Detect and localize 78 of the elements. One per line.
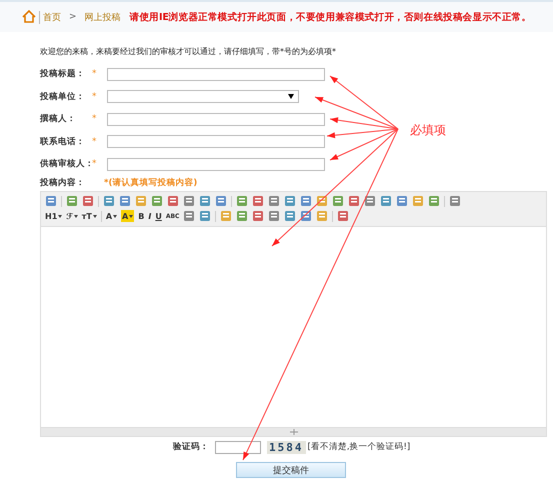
breadcrumb-separator: >: [69, 12, 77, 22]
toolbar-icon[interactable]: [66, 195, 78, 207]
toolbar-icon[interactable]: [337, 210, 350, 222]
format-dropdown[interactable]: ℱ: [66, 210, 78, 222]
toolbar-icon[interactable]: [199, 210, 212, 222]
toolbar-icon[interactable]: [236, 195, 248, 207]
toolbar-icon[interactable]: [364, 195, 376, 207]
toolbar-icon[interactable]: [199, 195, 211, 207]
toolbar-icon[interactable]: [151, 195, 163, 207]
input-field[interactable]: [107, 158, 325, 171]
toolbar-icon[interactable]: [215, 195, 227, 207]
toolbar-icon[interactable]: [236, 210, 248, 222]
toolbar-icon[interactable]: [167, 195, 179, 207]
toolbar-icon[interactable]: [103, 195, 115, 207]
toolbar-icon[interactable]: [348, 195, 360, 207]
required-mark: *: [92, 69, 98, 80]
toolbar-icon[interactable]: [82, 195, 94, 207]
format-dropdown[interactable]: H1: [45, 210, 62, 222]
input-field[interactable]: [107, 112, 325, 126]
field-label: 供稿审核人：: [40, 158, 92, 170]
intro-text: 欢迎您的来稿，来稿要经过我们的审核才可以通过，请仔细填写，带*号的为必填项*: [40, 46, 337, 57]
captcha-field[interactable]: [215, 440, 261, 454]
caret-icon: [92, 214, 97, 218]
captcha-label: 验证码：: [173, 441, 209, 453]
field-label: 投稿内容：: [40, 176, 86, 188]
field-label: 撰稿人：: [40, 113, 77, 126]
caret-icon: [74, 214, 78, 218]
toolbar-icon[interactable]: [449, 195, 461, 207]
toolbar-icon[interactable]: [268, 210, 280, 222]
refresh-captcha-link[interactable]: [看不清楚,换一个验证码!]: [308, 441, 410, 453]
toolbar-icon[interactable]: [220, 210, 232, 222]
field-label: 联系电话：: [40, 136, 86, 148]
toolbar-icon[interactable]: [332, 195, 344, 207]
required-mark: *: [92, 114, 98, 124]
format-button[interactable]: I: [148, 210, 152, 222]
submit-button[interactable]: 提交稿件: [236, 462, 346, 478]
breadcrumb-link[interactable]: 首页: [43, 10, 61, 24]
caret-icon: [58, 214, 62, 218]
toolbar-icon[interactable]: [135, 195, 147, 207]
format-dropdown[interactable]: тT: [82, 210, 97, 222]
format-dropdown[interactable]: A: [106, 210, 118, 222]
unit-dropdown[interactable]: [107, 90, 299, 104]
toolbar-icon[interactable]: [119, 195, 131, 207]
caret-icon: [113, 214, 118, 218]
toolbar-icon[interactable]: [284, 210, 296, 222]
toolbar-icon[interactable]: [252, 195, 264, 207]
toolbar-icon[interactable]: [300, 195, 312, 207]
field-label: 投稿标题：: [40, 68, 86, 80]
required-mark: *: [92, 136, 98, 147]
required-mark: *: [92, 159, 98, 170]
toolbar-icon[interactable]: [428, 195, 440, 207]
field-label: 投稿单位：: [40, 90, 86, 103]
format-button[interactable]: U: [155, 210, 162, 222]
captcha-image[interactable]: 1584: [267, 440, 306, 454]
browser-notice: 请使用IE浏览器正常模式打开此页面，不要使用兼容模式打开，否则在线投稿会显示不正常。: [130, 10, 532, 24]
toolbar-icon[interactable]: [316, 195, 328, 207]
toolbar-icon[interactable]: [183, 195, 195, 207]
format-button[interactable]: B: [138, 210, 144, 222]
toolbar-icon[interactable]: [380, 195, 392, 207]
content-hint: *(请认真填写投稿内容): [104, 176, 198, 188]
toolbar-icon[interactable]: [316, 210, 328, 222]
input-field[interactable]: [107, 68, 325, 81]
toolbar-icon[interactable]: [396, 195, 408, 207]
required-mark: *: [92, 92, 98, 102]
input-field[interactable]: [107, 135, 325, 148]
caret-icon: [129, 214, 134, 218]
toolbar-icon[interactable]: [252, 210, 264, 222]
toolbar-icon[interactable]: [284, 195, 296, 207]
annotation-label: 必填项: [410, 122, 446, 139]
breadcrumb-link[interactable]: 网上投稿: [84, 10, 121, 24]
toolbar-icon[interactable]: [45, 195, 57, 207]
toolbar-icon[interactable]: [412, 195, 424, 207]
toolbar-icon[interactable]: [183, 210, 196, 222]
dropdown-arrow-icon: [288, 94, 294, 100]
toolbar-icon[interactable]: [268, 195, 280, 207]
home-icon[interactable]: [22, 10, 36, 22]
resize-handle-icon: [290, 428, 298, 434]
highlight-dropdown[interactable]: A: [121, 210, 134, 222]
